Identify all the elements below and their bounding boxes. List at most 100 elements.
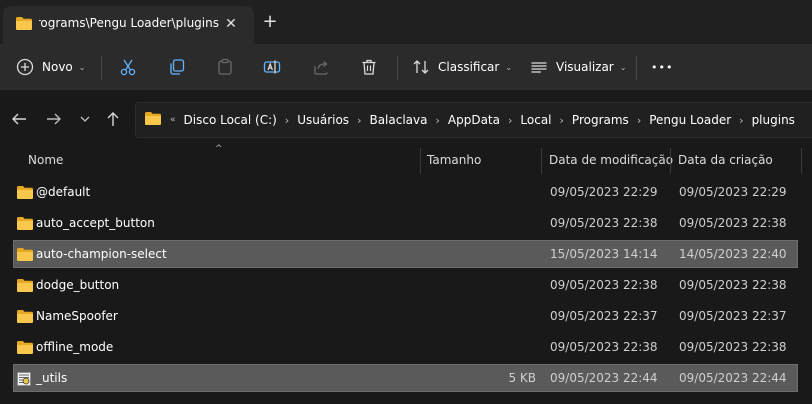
view-button[interactable]: Visualizar ⌄ <box>530 54 626 80</box>
back-arrow-icon[interactable] <box>10 110 30 130</box>
item-modified: 09/05/2023 22:38 <box>550 278 658 292</box>
item-name: @default <box>36 185 91 199</box>
breadcrumb-overflow[interactable]: « <box>170 115 176 125</box>
trash-icon <box>360 58 378 76</box>
share-button[interactable] <box>312 54 330 80</box>
folder-icon <box>16 278 34 296</box>
breadcrumb-separator-icon[interactable]: › <box>435 114 439 127</box>
breadcrumb-separator-icon[interactable]: › <box>739 114 743 127</box>
sort-button-label: Classificar <box>438 60 500 74</box>
breadcrumb-separator-icon[interactable]: › <box>285 114 289 127</box>
up-arrow-icon[interactable] <box>104 110 124 130</box>
breadcrumb-separator-icon[interactable]: › <box>637 114 641 127</box>
clipboard-icon <box>216 58 234 76</box>
breadcrumb-separator-icon[interactable]: › <box>560 114 564 127</box>
chevron-down-icon: ⌄ <box>619 62 627 72</box>
column-created[interactable]: Data da criação <box>678 146 773 174</box>
cut-button[interactable] <box>119 54 137 80</box>
breadcrumb-item-current[interactable]: plugins <box>752 113 795 127</box>
sort-arrows-icon <box>412 58 430 76</box>
separator <box>636 56 637 80</box>
list-item[interactable]: @default 09/05/2023 22:29 09/05/2023 22:… <box>13 178 798 206</box>
breadcrumb-separator-icon[interactable]: › <box>508 114 512 127</box>
address-bar[interactable]: « Disco Local (C:) › Usuários › Balaclav… <box>135 102 812 138</box>
copy-button[interactable] <box>168 54 186 80</box>
breadcrumb-item[interactable]: Balaclava <box>369 113 427 127</box>
item-modified: 09/05/2023 22:44 <box>550 371 658 385</box>
list-item[interactable]: offline_mode 09/05/2023 22:38 09/05/2023… <box>13 333 798 361</box>
folder-icon <box>16 247 34 265</box>
separator <box>397 56 398 80</box>
item-created: 14/05/2023 22:40 <box>679 247 787 261</box>
rename-button[interactable] <box>263 54 281 80</box>
tab-plugins[interactable]: Programs\Pengu Loader\plugins ✕ <box>3 6 254 44</box>
list-item[interactable]: dodge_button 09/05/2023 22:38 09/05/2023… <box>13 271 798 299</box>
folder-icon <box>16 216 34 234</box>
item-modified: 09/05/2023 22:29 <box>550 185 658 199</box>
column-header: ^ Nome Tamanho Data de modificação Data … <box>0 144 812 174</box>
item-size: 5 KB <box>508 371 536 385</box>
folder-icon <box>16 340 34 358</box>
column-divider[interactable] <box>670 148 671 174</box>
scissors-icon <box>119 58 137 76</box>
copy-icon <box>168 58 186 76</box>
breadcrumb: « Disco Local (C:) › Usuários › Balaclav… <box>144 103 795 137</box>
folder-icon <box>144 111 162 129</box>
breadcrumb-item[interactable]: Disco Local (C:) <box>184 113 277 127</box>
breadcrumb-item[interactable]: Programs <box>572 113 629 127</box>
item-name: _utils <box>36 371 68 385</box>
sort-button[interactable]: Classificar ⌄ <box>412 54 512 80</box>
new-tab-button[interactable]: + <box>260 12 280 32</box>
settings-file-icon <box>16 371 32 390</box>
folder-icon <box>16 309 34 327</box>
item-modified: 09/05/2023 22:38 <box>550 340 658 354</box>
list-item[interactable]: auto_accept_button 09/05/2023 22:38 09/0… <box>13 209 798 237</box>
navigation-bar: « Disco Local (C:) › Usuários › Balaclav… <box>0 91 812 146</box>
item-name: offline_mode <box>36 340 114 354</box>
item-modified: 09/05/2023 22:38 <box>550 216 658 230</box>
column-modified[interactable]: Data de modificação <box>549 146 673 174</box>
item-name: NameSpoofer <box>36 309 118 323</box>
breadcrumb-item[interactable]: Pengu Loader <box>649 113 731 127</box>
column-divider[interactable] <box>420 148 421 174</box>
plus-circle-icon <box>16 58 34 76</box>
breadcrumb-item[interactable]: Usuários <box>297 113 349 127</box>
list-item-selected[interactable]: auto-champion-select 15/05/2023 14:14 14… <box>13 240 798 268</box>
delete-button[interactable] <box>360 54 378 80</box>
item-created: 09/05/2023 22:37 <box>679 309 787 323</box>
close-tab-icon[interactable]: ✕ <box>222 15 240 33</box>
item-created: 09/05/2023 22:38 <box>679 216 787 230</box>
sort-ascending-icon: ^ <box>215 144 223 154</box>
item-created: 09/05/2023 22:38 <box>679 278 787 292</box>
breadcrumb-item[interactable]: AppData <box>448 113 500 127</box>
column-divider[interactable] <box>541 148 542 174</box>
new-button-label: Novo <box>42 60 73 74</box>
item-modified: 09/05/2023 22:37 <box>550 309 658 323</box>
list-item-selected[interactable]: _utils 5 KB 09/05/2023 22:44 09/05/2023 … <box>13 364 798 392</box>
column-size[interactable]: Tamanho <box>427 146 481 174</box>
item-created: 09/05/2023 22:29 <box>679 185 787 199</box>
view-list-icon <box>530 58 548 76</box>
separator <box>101 56 102 80</box>
forward-arrow-icon[interactable] <box>45 110 65 130</box>
item-created: 09/05/2023 22:44 <box>679 371 787 385</box>
tab-title: Programs\Pengu Loader\plugins <box>39 16 219 30</box>
recent-locations-chevron-icon[interactable] <box>76 110 96 130</box>
breadcrumb-separator-icon[interactable]: › <box>357 114 361 127</box>
column-name[interactable]: Nome <box>28 146 63 174</box>
item-name: dodge_button <box>36 278 120 292</box>
paste-button[interactable] <box>216 54 234 80</box>
view-button-label: Visualizar <box>556 60 614 74</box>
folder-icon <box>15 16 33 34</box>
column-divider[interactable] <box>801 148 802 174</box>
vertical-scrollbar[interactable] <box>803 146 812 404</box>
share-icon <box>312 58 330 76</box>
folder-icon <box>16 185 34 203</box>
list-item[interactable]: NameSpoofer 09/05/2023 22:37 09/05/2023 … <box>13 302 798 330</box>
item-name: auto-champion-select <box>36 247 167 261</box>
item-created: 09/05/2023 22:38 <box>679 340 787 354</box>
breadcrumb-item[interactable]: Local <box>520 113 551 127</box>
more-options-button[interactable]: ••• <box>651 54 673 80</box>
new-button[interactable]: Novo ⌄ <box>16 54 85 80</box>
title-bar: Programs\Pengu Loader\plugins ✕ + <box>0 0 812 44</box>
